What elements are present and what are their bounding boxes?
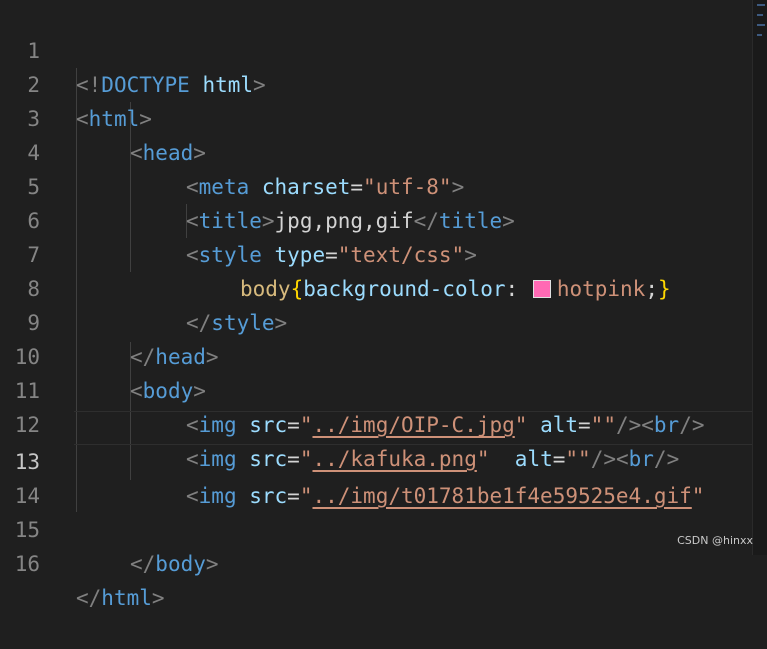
code-line[interactable]: 11 <img src="../img/OIP-C.jpg" alt=""/><…: [0, 340, 767, 437]
code-line[interactable]: 14: [0, 445, 767, 508]
line-number: 16: [14, 552, 40, 576]
code-line[interactable]: 15 </body>: [0, 479, 767, 576]
code-line-active[interactable]: 13 <img src="../img/t01781be1f4e59525e4.…: [0, 411, 767, 508]
code-editor[interactable]: 1 <!DOCTYPE html> 2 <html> 3 <head> 4 <m…: [0, 0, 767, 610]
code-line[interactable]: 16 </html>: [0, 513, 767, 610]
code-line[interactable]: 1 <!DOCTYPE html>: [0, 0, 767, 97]
code-line[interactable]: 9 </head>: [0, 272, 767, 369]
line-code: </html>: [76, 586, 165, 610]
code-line[interactable]: 4 <meta charset="utf-8">: [0, 102, 767, 199]
code-line[interactable]: 6 <style type="text/css">: [0, 170, 767, 267]
code-line[interactable]: 10 <body>: [0, 306, 767, 403]
line-code: </body>: [130, 552, 219, 576]
minimap-marker: [757, 14, 763, 16]
watermark: CSDN @hinxx: [677, 534, 753, 547]
code-line[interactable]: 5 <title>jpg,png,gif</title>: [0, 136, 767, 233]
minimap[interactable]: [752, 0, 767, 555]
minimap-marker: [757, 34, 762, 36]
code-line[interactable]: 12 <img src="../kafuka.png" alt=""/><br/…: [0, 374, 767, 471]
minimap-marker: [757, 4, 765, 6]
code-line[interactable]: 8 </style>: [0, 238, 767, 335]
code-line[interactable]: 3 <head>: [0, 68, 767, 165]
code-line[interactable]: 2 <html>: [0, 34, 767, 131]
minimap-marker: [757, 24, 765, 26]
code-line[interactable]: 7 body{background-color: hotpink;}: [0, 204, 767, 301]
